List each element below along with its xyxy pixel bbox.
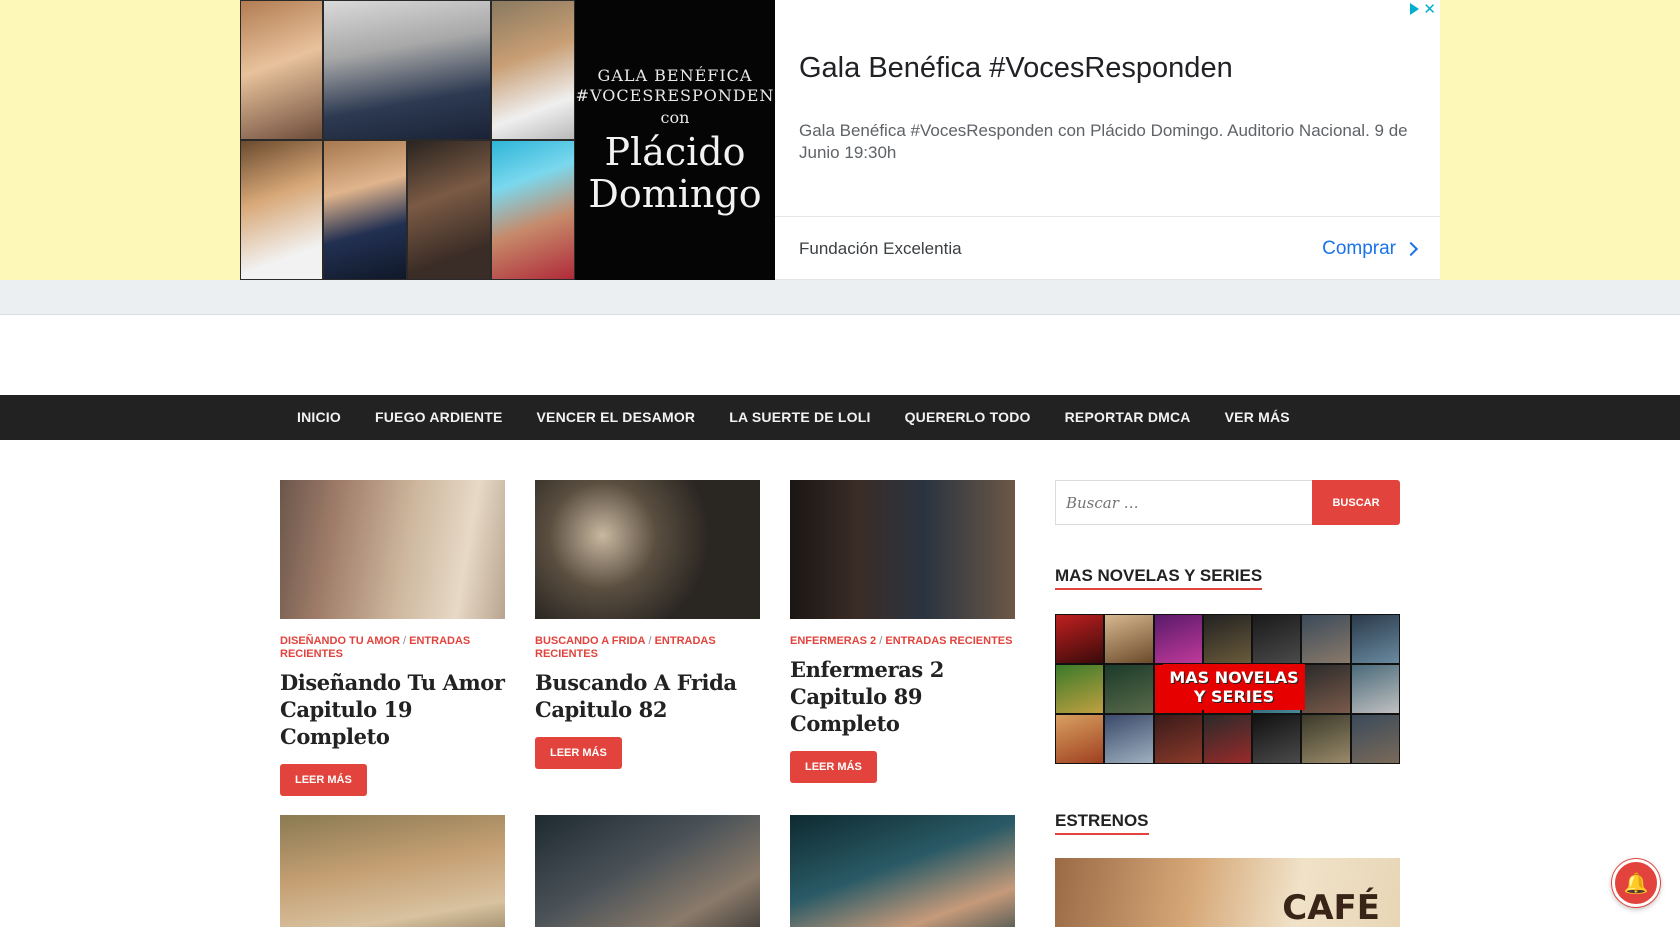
search-form: BUSCAR <box>1055 480 1400 525</box>
ad-photo <box>407 140 491 280</box>
ad-title[interactable]: Gala Benéfica #VocesResponden <box>799 52 1233 85</box>
ad-photo <box>491 140 575 280</box>
notifications-button[interactable]: 🔔 <box>1612 859 1660 907</box>
ad-badges: ✕ <box>1410 2 1436 17</box>
post-thumbnail[interactable] <box>535 480 760 619</box>
ad-poster-line2: #VOCESRESPONDEN <box>575 85 775 105</box>
ad-photo <box>240 140 323 280</box>
ad-photo <box>323 140 491 280</box>
promo-tile <box>1301 664 1351 714</box>
novelas-promo-banner[interactable]: MAS NOVELAS Y SERIES <box>1055 614 1400 764</box>
read-more-button[interactable]: LEER MÁS <box>790 751 877 783</box>
nav-item-fuego-ardiente[interactable]: FUEGO ARDIENTE <box>358 395 520 440</box>
ad-footer: Fundación Excelentia Comprar <box>775 216 1440 280</box>
promo-tile <box>1252 614 1302 664</box>
promo-tile <box>1252 714 1302 764</box>
close-icon[interactable]: ✕ <box>1423 2 1436 17</box>
ad-poster-con: con <box>660 107 690 127</box>
nav-item-inicio[interactable]: INICIO <box>280 395 358 440</box>
ad-unit[interactable]: GALA BENÉFICA #VOCESRESPONDEN con Plácid… <box>240 0 1440 280</box>
ad-poster-name2: Domingo <box>588 171 762 216</box>
search-input[interactable] <box>1055 480 1312 525</box>
nav-item-reportar-dmca[interactable]: REPORTAR DMCA <box>1048 395 1208 440</box>
promo-tile <box>1202 714 1253 764</box>
promo-tile <box>1153 714 1203 764</box>
promo-tile <box>1104 714 1154 764</box>
post-card <box>280 815 505 927</box>
post-title[interactable]: Buscando A Frida Capitulo 82 <box>535 669 760 723</box>
post-card: BUSCANDO A FRIDA / ENTRADAS RECIENTES Bu… <box>535 480 760 769</box>
post-categories: ENFERMERAS 2 / ENTRADAS RECIENTES <box>790 635 1013 647</box>
ad-photo <box>240 0 323 140</box>
search-button[interactable]: BUSCAR <box>1312 480 1400 525</box>
read-more-button[interactable]: LEER MÁS <box>535 737 622 769</box>
post-title[interactable]: Enfermeras 2 Capitulo 89 Completo <box>790 656 1015 737</box>
nav-item-vencer-el-desamor[interactable]: VENCER EL DESAMOR <box>520 395 713 440</box>
bell-icon: 🔔 <box>1623 871 1649 895</box>
promo-tile <box>1202 614 1253 664</box>
adchoices-icon[interactable] <box>1410 3 1420 15</box>
ad-photo <box>323 0 491 140</box>
header-strip <box>0 280 1680 315</box>
post-card: DISEÑANDO TU AMOR / ENTRADAS RECIENTES D… <box>280 480 505 796</box>
promo-tile <box>1104 614 1154 664</box>
ad-photo <box>491 0 575 140</box>
widget-title-estrenos: ESTRENOS <box>1055 811 1149 835</box>
ad-poster-line1: GALA BENÉFICA <box>597 65 753 85</box>
ad-banner-area: GALA BENÉFICA #VOCESRESPONDEN con Plácid… <box>0 0 1680 280</box>
nav-item-quererlo-todo[interactable]: QUERERLO TODO <box>888 395 1048 440</box>
category-link[interactable]: ENTRADAS RECIENTES <box>885 635 1012 647</box>
promo-tile <box>1153 614 1203 664</box>
site-header <box>0 315 1680 395</box>
post-title[interactable]: Diseñando Tu Amor Capitulo 19 Completo <box>280 669 505 750</box>
post-categories: DISEÑANDO TU AMOR / ENTRADAS RECIENTES <box>280 635 471 660</box>
promo-tile <box>1055 664 1105 714</box>
promo-tile <box>1350 714 1400 764</box>
post-thumbnail[interactable] <box>535 815 760 927</box>
ad-poster-name1: Plácido <box>604 129 746 174</box>
read-more-button[interactable]: LEER MÁS <box>280 764 367 796</box>
ad-poster-text: GALA BENÉFICA #VOCESRESPONDEN con Plácid… <box>575 0 775 280</box>
post-thumbnail[interactable] <box>280 815 505 927</box>
nav-item-la-suerte-de-loli[interactable]: LA SUERTE DE LOLI <box>712 395 887 440</box>
post-card: ENFERMERAS 2 / ENTRADAS RECIENTES Enferm… <box>790 480 1015 783</box>
post-card <box>790 815 1015 927</box>
promo-tile <box>1055 714 1105 764</box>
promo-tile <box>1350 614 1400 664</box>
widget-title-novelas: MAS NOVELAS Y SERIES <box>1055 566 1263 590</box>
post-thumbnail[interactable] <box>790 480 1015 619</box>
ad-text-panel[interactable]: ✕ Gala Benéfica #VocesResponden Gala Ben… <box>775 0 1440 279</box>
category-link[interactable]: BUSCANDO A FRIDA <box>535 635 645 647</box>
estrenos-image-text: CAFÉ <box>1282 888 1380 927</box>
ad-cta-label: Comprar <box>1322 237 1396 259</box>
promo-tile <box>1104 664 1154 714</box>
post-card <box>535 815 760 927</box>
promo-tile <box>1301 714 1351 764</box>
nav-item-ver-mas[interactable]: VER MÁS <box>1208 395 1307 440</box>
main-nav: INICIO FUEGO ARDIENTE VENCER EL DESAMOR … <box>0 395 1680 440</box>
ad-advertiser: Fundación Excelentia <box>799 238 962 258</box>
chevron-right-icon <box>1403 241 1419 256</box>
promo-label: MAS NOVELAS Y SERIES <box>1163 664 1305 710</box>
category-link[interactable]: ENFERMERAS 2 <box>790 635 876 647</box>
promo-tile <box>1350 664 1400 714</box>
promo-tile <box>1301 614 1351 664</box>
ad-photo <box>323 140 407 280</box>
ad-description: Gala Benéfica #VocesResponden con Plácid… <box>799 121 1408 162</box>
ad-cta-button[interactable]: Comprar <box>1322 237 1419 260</box>
post-categories: BUSCANDO A FRIDA / ENTRADAS RECIENTES <box>535 635 716 660</box>
ad-photo-collage <box>240 0 575 280</box>
ad-image[interactable]: GALA BENÉFICA #VOCESRESPONDEN con Plácid… <box>240 0 775 280</box>
estrenos-image[interactable]: CAFÉ <box>1055 858 1400 927</box>
category-link[interactable]: DISEÑANDO TU AMOR <box>280 635 400 647</box>
post-thumbnail[interactable] <box>790 815 1015 927</box>
promo-tile <box>1055 614 1105 664</box>
post-thumbnail[interactable] <box>280 480 505 619</box>
